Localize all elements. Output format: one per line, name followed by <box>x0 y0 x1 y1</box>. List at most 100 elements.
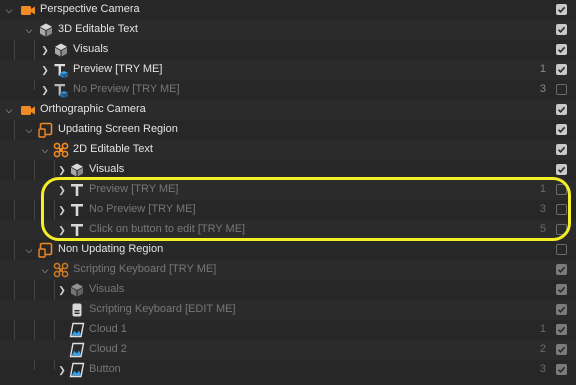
hierarchy-row[interactable]: ⌵ Orthographic Camera <box>0 100 576 120</box>
row-label: Button <box>89 363 121 375</box>
enabled-checkbox[interactable] <box>556 264 567 275</box>
row-label: No Preview [TRY ME] <box>73 83 180 95</box>
chevron-right-icon[interactable]: ❯ <box>40 44 50 56</box>
enabled-checkbox[interactable] <box>556 84 567 95</box>
row-count: 1 <box>539 63 546 75</box>
hierarchy-row[interactable]: Scripting Keyboard [EDIT ME] <box>0 300 576 320</box>
hierarchy-row[interactable]: ❯ Button 3 <box>0 360 576 380</box>
row-label: Preview [TRY ME] <box>89 183 179 195</box>
row-label: Scripting Keyboard [TRY ME] <box>73 263 217 275</box>
row-count: 3 <box>539 83 546 95</box>
chevron-right-icon[interactable]: ❯ <box>57 364 67 376</box>
chevron-right-icon[interactable]: ❯ <box>40 84 50 96</box>
image-icon <box>69 362 85 378</box>
chevron-right-icon[interactable]: ❯ <box>57 164 67 176</box>
row-count: 3 <box>539 203 546 215</box>
hierarchy-row[interactable]: Cloud 2 2 <box>0 340 576 360</box>
row-count: 1 <box>539 183 546 195</box>
hierarchy-row[interactable]: ⌵ Updating Screen Region <box>0 120 576 140</box>
chevron-right-icon[interactable]: ❯ <box>57 284 67 296</box>
chevron-down-icon[interactable]: ⌵ <box>40 144 50 156</box>
enabled-checkbox[interactable] <box>556 44 567 55</box>
enabled-checkbox[interactable] <box>556 104 567 115</box>
hierarchy-row[interactable]: ⌵ Non Updating Region <box>0 240 576 260</box>
row-label: Preview [TRY ME] <box>73 63 163 75</box>
enabled-checkbox[interactable] <box>556 224 567 235</box>
enabled-checkbox[interactable] <box>556 184 567 195</box>
cube-icon <box>69 282 85 298</box>
hierarchy-row[interactable]: ⌵ Perspective Camera <box>0 0 576 20</box>
row-label: Click on button to edit [TRY ME] <box>89 223 246 235</box>
enabled-checkbox[interactable] <box>556 324 567 335</box>
chevron-right-icon[interactable]: ❯ <box>57 184 67 196</box>
row-label: Non Updating Region <box>58 243 164 255</box>
enabled-checkbox[interactable] <box>556 124 567 135</box>
text-3d-icon <box>53 82 69 98</box>
enabled-checkbox[interactable] <box>556 144 567 155</box>
enabled-checkbox[interactable] <box>556 204 567 215</box>
text-icon <box>69 222 85 238</box>
enabled-checkbox[interactable] <box>556 4 567 15</box>
row-label: Scripting Keyboard [EDIT ME] <box>89 303 236 315</box>
chevron-down-icon[interactable]: ⌵ <box>24 124 34 136</box>
row-count: 1 <box>539 323 546 335</box>
text-icon <box>69 182 85 198</box>
row-label: Visuals <box>73 43 109 55</box>
image-icon <box>69 342 85 358</box>
hierarchy-row[interactable]: ❯ No Preview [TRY ME] 3 <box>0 200 576 220</box>
enabled-checkbox[interactable] <box>556 284 567 295</box>
hierarchy-row[interactable]: ❯ Preview [TRY ME] 1 <box>0 60 576 80</box>
text-3d-icon <box>53 62 69 78</box>
scene-hierarchy: ⌵ Perspective Camera ⌵ 3D Editable Text … <box>0 0 576 385</box>
row-label: Visuals <box>89 283 125 295</box>
row-label: 3D Editable Text <box>58 23 138 35</box>
row-label: Perspective Camera <box>40 3 140 15</box>
cube-icon <box>69 162 85 178</box>
row-count: 5 <box>539 223 546 235</box>
script-icon <box>69 302 85 318</box>
cube-icon <box>53 42 69 58</box>
screen-region-icon <box>38 122 54 138</box>
camera-icon <box>20 102 36 118</box>
screen-region-icon <box>38 242 54 258</box>
row-label: Cloud 2 <box>89 343 127 355</box>
enabled-checkbox[interactable] <box>556 344 567 355</box>
hierarchy-row[interactable]: ❯ Click on button to edit [TRY ME] 5 <box>0 220 576 240</box>
enabled-checkbox[interactable] <box>556 164 567 175</box>
chevron-right-icon[interactable]: ❯ <box>40 64 50 76</box>
hierarchy-row[interactable]: Cloud 1 1 <box>0 320 576 340</box>
enabled-checkbox[interactable] <box>556 364 567 375</box>
chevron-down-icon[interactable]: ⌵ <box>24 24 34 36</box>
row-count: 2 <box>539 343 546 355</box>
hierarchy-row[interactable]: ⌵ 3D Editable Text <box>0 20 576 40</box>
row-label: Updating Screen Region <box>58 123 178 135</box>
component-icon <box>53 262 69 278</box>
chevron-right-icon[interactable]: ❯ <box>57 204 67 216</box>
row-label: Visuals <box>89 163 125 175</box>
enabled-checkbox[interactable] <box>556 64 567 75</box>
enabled-checkbox[interactable] <box>556 244 567 255</box>
hierarchy-row[interactable]: ❯ Visuals <box>0 160 576 180</box>
enabled-checkbox[interactable] <box>556 24 567 35</box>
hierarchy-row[interactable]: ⌵ Scripting Keyboard [TRY ME] <box>0 260 576 280</box>
hierarchy-row[interactable]: ❯ No Preview [TRY ME] 3 <box>0 80 576 100</box>
chevron-down-icon[interactable]: ⌵ <box>40 264 50 276</box>
hierarchy-row[interactable]: ❯ Visuals <box>0 40 576 60</box>
row-label: Cloud 1 <box>89 323 127 335</box>
hierarchy-row[interactable]: ❯ Visuals <box>0 280 576 300</box>
cube-icon <box>38 22 54 38</box>
text-icon <box>69 202 85 218</box>
row-label: Orthographic Camera <box>40 103 146 115</box>
hierarchy-row[interactable]: ⌵ 2D Editable Text <box>0 140 576 160</box>
component-icon <box>53 142 69 158</box>
chevron-down-icon[interactable]: ⌵ <box>24 244 34 256</box>
chevron-down-icon[interactable]: ⌵ <box>4 4 14 16</box>
row-count: 3 <box>539 363 546 375</box>
hierarchy-row[interactable]: ❯ Preview [TRY ME] 1 <box>0 180 576 200</box>
row-label: No Preview [TRY ME] <box>89 203 196 215</box>
chevron-down-icon[interactable]: ⌵ <box>4 104 14 116</box>
enabled-checkbox[interactable] <box>556 304 567 315</box>
row-label: 2D Editable Text <box>73 143 153 155</box>
image-icon <box>69 322 85 338</box>
chevron-right-icon[interactable]: ❯ <box>57 224 67 236</box>
